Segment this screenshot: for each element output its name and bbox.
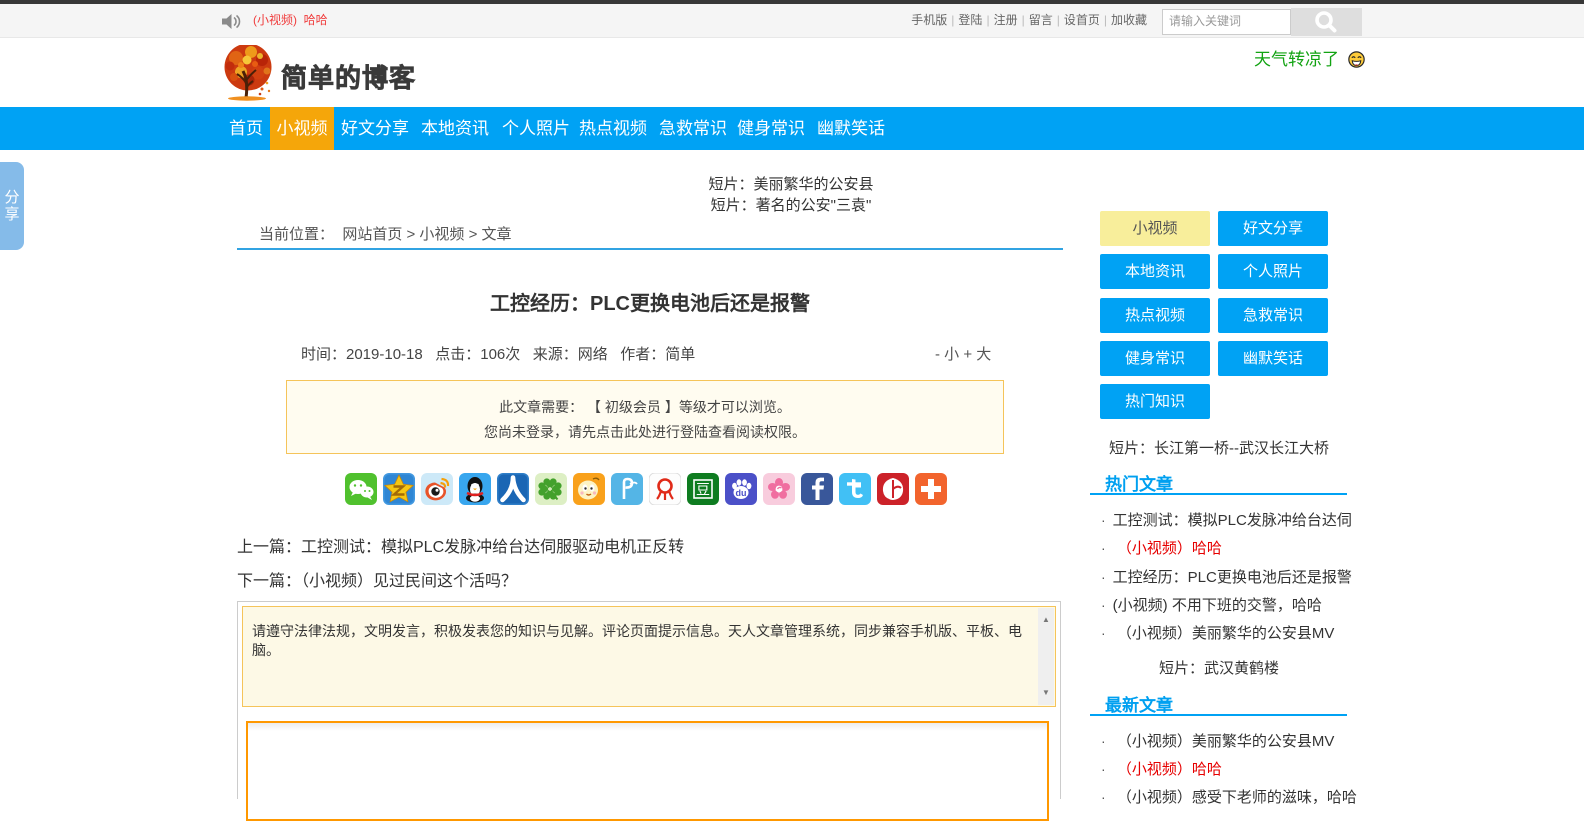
svg-text:du: du [736,488,747,498]
svg-text:豆: 豆 [696,482,710,498]
